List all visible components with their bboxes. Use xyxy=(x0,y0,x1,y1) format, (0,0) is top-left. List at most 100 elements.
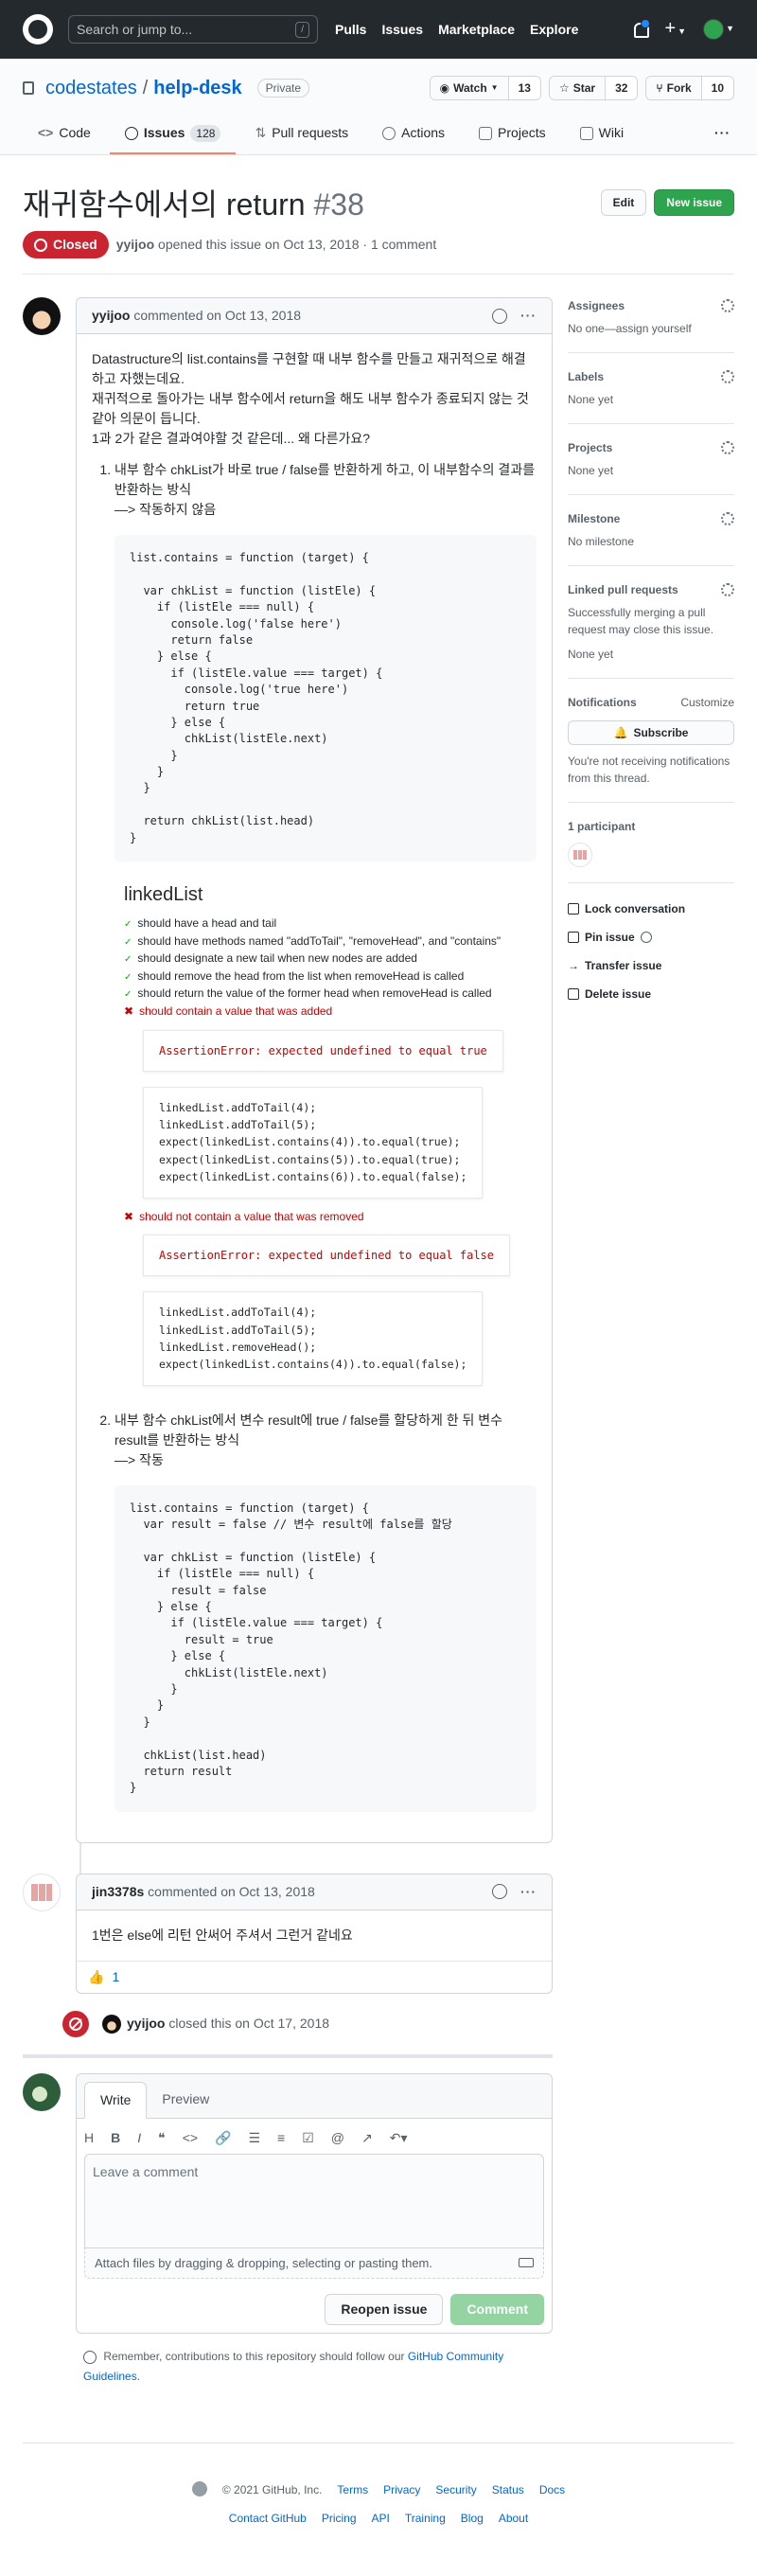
tab-code[interactable]: <> Code xyxy=(23,115,106,154)
user-menu-button[interactable]: ▼ xyxy=(703,19,734,40)
chevron-down-icon: ▼ xyxy=(490,83,499,92)
delete-issue-button[interactable]: Delete issue xyxy=(568,980,734,1008)
kebab-menu-icon[interactable]: ··· xyxy=(520,1882,537,1902)
tab-write[interactable]: Write xyxy=(84,2081,148,2119)
star-button-group: ☆ Star 32 xyxy=(548,76,639,100)
unordered-list-icon[interactable]: ☰ xyxy=(248,2128,260,2148)
footer-link-pricing[interactable]: Pricing xyxy=(322,2510,357,2527)
pin-issue-button[interactable]: Pin issue xyxy=(568,923,734,951)
code-icon[interactable]: <> xyxy=(183,2128,198,2148)
avatar[interactable] xyxy=(102,2014,121,2034)
test-source: linkedList.addToTail(4); linkedList.addT… xyxy=(143,1086,484,1199)
star-count[interactable]: 32 xyxy=(606,77,638,99)
comment-author-link[interactable]: yyijoo xyxy=(92,308,130,323)
footer-link-terms[interactable]: Terms xyxy=(337,2481,368,2498)
watch-count[interactable]: 13 xyxy=(508,77,540,99)
footer-link-security[interactable]: Security xyxy=(435,2481,476,2498)
customize-link[interactable]: Customize xyxy=(680,694,734,711)
nav-marketplace[interactable]: Marketplace xyxy=(438,20,515,40)
footer-link-docs[interactable]: Docs xyxy=(539,2481,565,2498)
assign-yourself-link[interactable]: No one—assign yourself xyxy=(568,320,734,337)
link-icon[interactable]: 🔗 xyxy=(215,2128,231,2148)
comment-button[interactable]: Comment xyxy=(450,2294,544,2326)
heading-icon[interactable]: H xyxy=(84,2128,94,2148)
issue-author-link[interactable]: yyijoo xyxy=(116,237,154,252)
footer-link-about[interactable]: About xyxy=(499,2510,528,2527)
cross-reference-icon[interactable]: ↗ xyxy=(361,2128,373,2148)
tab-wiki[interactable]: Wiki xyxy=(565,115,639,154)
bold-icon[interactable]: B xyxy=(111,2128,120,2148)
repo-owner-link[interactable]: codestates xyxy=(45,74,137,102)
test-fail: ✖ should contain a value that was added xyxy=(124,1003,537,1021)
star-button[interactable]: ☆ Star xyxy=(549,77,607,99)
info-icon[interactable] xyxy=(640,932,652,943)
mention-icon[interactable]: @ xyxy=(331,2128,344,2148)
gear-icon[interactable] xyxy=(721,370,734,383)
fork-button[interactable]: ⑂ Fork xyxy=(646,77,702,99)
search-placeholder: Search or jump to... xyxy=(77,21,193,37)
italic-icon[interactable]: I xyxy=(137,2128,141,2148)
quote-icon[interactable]: ❝ xyxy=(158,2128,166,2148)
comment-timestamp[interactable]: commented on Oct 13, 2018 xyxy=(133,308,301,323)
avatar[interactable] xyxy=(23,297,61,335)
edit-button[interactable]: Edit xyxy=(600,189,647,216)
tab-label: Projects xyxy=(498,125,546,140)
avatar[interactable] xyxy=(568,843,592,867)
file-attach-bar[interactable]: Attach files by dragging & dropping, sel… xyxy=(84,2247,544,2280)
ordered-list-icon[interactable]: ≡ xyxy=(277,2128,285,2148)
create-new-button[interactable]: + ▼ xyxy=(664,19,686,40)
nav-issues[interactable]: Issues xyxy=(381,20,423,40)
avatar[interactable] xyxy=(23,1873,61,1911)
sidebar-notifications: Notifications Customize 🔔 Subscribe You're… xyxy=(568,679,734,803)
footer-link-training[interactable]: Training xyxy=(405,2510,446,2527)
repo-title: codestates / help-desk Private xyxy=(23,74,310,102)
gear-icon[interactable] xyxy=(721,512,734,525)
footer-link-api[interactable]: API xyxy=(372,2510,390,2527)
reopen-issue-button[interactable]: Reopen issue xyxy=(325,2294,444,2326)
footer-link-status[interactable]: Status xyxy=(492,2481,524,2498)
transfer-issue-button[interactable]: → Transfer issue xyxy=(568,951,734,980)
footer-link-contact[interactable]: Contact GitHub xyxy=(229,2510,307,2527)
smiley-icon[interactable] xyxy=(492,308,507,324)
markdown-icon[interactable] xyxy=(519,2258,534,2268)
nav-explore[interactable]: Explore xyxy=(530,20,578,40)
new-issue-button[interactable]: New issue xyxy=(654,189,734,216)
reply-icon[interactable]: ↶▾ xyxy=(390,2128,408,2148)
footer-link-privacy[interactable]: Privacy xyxy=(383,2481,420,2498)
search-input[interactable]: Search or jump to... / xyxy=(68,15,318,44)
github-logo-icon[interactable] xyxy=(23,14,53,44)
event-actor-link[interactable]: yyijoo xyxy=(127,2016,165,2031)
nav-pulls[interactable]: Pulls xyxy=(335,20,366,40)
smiley-icon[interactable] xyxy=(492,1884,507,1900)
tab-issues[interactable]: Issues 128 xyxy=(109,115,237,154)
cross-icon: ✖ xyxy=(124,1209,134,1223)
comment-author-link[interactable]: jin3378s xyxy=(92,1884,144,1899)
info-icon xyxy=(83,2351,97,2365)
issue-sidebar: Assignees No one—assign yourself Labels … xyxy=(568,297,734,2386)
tab-projects[interactable]: Projects xyxy=(464,115,561,154)
footer-link-blog[interactable]: Blog xyxy=(461,2510,484,2527)
subscribe-button[interactable]: 🔔 Subscribe xyxy=(568,720,734,745)
lock-conversation-button[interactable]: Lock conversation xyxy=(568,895,734,923)
thumbs-up-reaction[interactable]: 👍 1 xyxy=(88,1967,119,1987)
gear-icon[interactable] xyxy=(721,299,734,312)
tab-actions[interactable]: Actions xyxy=(367,115,460,154)
sidebar-heading: Labels xyxy=(568,370,605,383)
comment-timestamp[interactable]: commented on Oct 13, 2018 xyxy=(148,1884,315,1899)
more-menu-button[interactable]: ··· xyxy=(711,115,734,154)
test-name: should have a head and tail xyxy=(137,916,277,931)
watch-button[interactable]: ◉ Watch ▼ xyxy=(430,77,509,99)
gear-icon[interactable] xyxy=(721,441,734,454)
github-mark-icon[interactable] xyxy=(191,2481,207,2497)
tab-preview[interactable]: Preview xyxy=(147,2082,224,2118)
task-list-icon[interactable]: ☑ xyxy=(302,2128,314,2148)
guidelines-note: Remember, contributions to this reposito… xyxy=(83,2347,553,2386)
bell-icon[interactable] xyxy=(632,19,651,38)
tab-pull-requests[interactable]: ⇅ Pull requests xyxy=(239,115,363,154)
repo-name-link[interactable]: help-desk xyxy=(153,74,241,102)
comment-textarea[interactable]: Leave a comment xyxy=(84,2153,544,2248)
repo-nav: <> Code Issues 128 ⇅ Pull requests Actions … xyxy=(23,115,734,154)
fork-count[interactable]: 10 xyxy=(701,77,733,99)
kebab-menu-icon[interactable]: ··· xyxy=(520,306,537,326)
gear-icon[interactable] xyxy=(721,583,734,596)
